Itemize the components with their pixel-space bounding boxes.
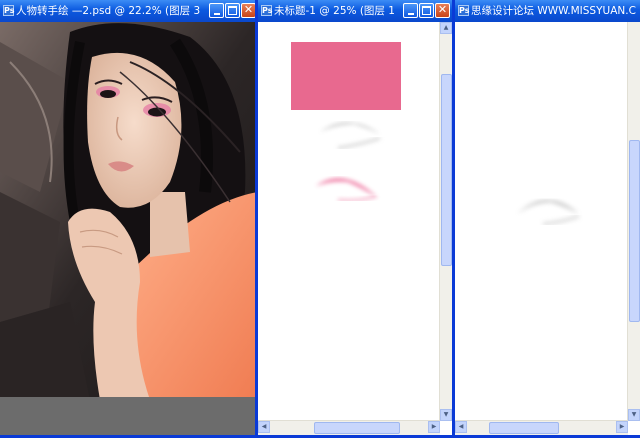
arrow-down-icon[interactable]: ▼: [440, 409, 452, 421]
arrow-right-icon[interactable]: ▶: [428, 421, 440, 433]
close-button[interactable]: ✕: [435, 3, 450, 18]
vertical-scrollbar[interactable]: ▲ ▼: [439, 22, 452, 421]
workspace-gap: [0, 397, 258, 435]
close-icon: ✕: [437, 3, 448, 16]
vertical-scrollbar[interactable]: ▼: [627, 22, 640, 421]
minimize-button[interactable]: [209, 3, 224, 18]
untitled-window-title: 未标题-1 @ 25% (图层 1 副...: [274, 5, 394, 17]
minimize-button[interactable]: [403, 3, 418, 18]
second-window-titlebar[interactable]: Ps 思缘设计论坛 WWW.MISSYUAN.COM: [455, 0, 640, 22]
close-icon: ✕: [243, 3, 254, 16]
vertical-scroll-thumb[interactable]: [629, 140, 640, 322]
minimize-icon: [407, 13, 414, 15]
arrow-left-icon[interactable]: ◀: [258, 421, 270, 433]
arrow-right-icon[interactable]: ▶: [616, 421, 628, 433]
photo-canvas[interactable]: [0, 22, 258, 400]
second-window-title: 思缘设计论坛 WWW.MISSYUAN.COM: [471, 5, 636, 17]
arrow-down-icon[interactable]: ▼: [628, 409, 640, 421]
close-button[interactable]: ✕: [241, 3, 256, 18]
untitled-canvas[interactable]: [258, 22, 440, 421]
arrow-up-icon[interactable]: ▲: [440, 22, 452, 34]
arrow-left-icon[interactable]: ◀: [455, 421, 467, 433]
pink-eyebrow-stroke: [316, 178, 378, 198]
portrait-illustration: [0, 22, 258, 400]
photo-window-titlebar[interactable]: Ps 人物转手绘 —2.psd @ 22.2% (图层 3)... ✕: [0, 0, 258, 22]
photoshop-doc-icon: Ps: [261, 5, 273, 16]
minimize-icon: [213, 13, 220, 15]
photoshop-doc-icon: Ps: [3, 5, 15, 16]
vertical-scroll-thumb[interactable]: [441, 74, 452, 266]
horizontal-scroll-thumb[interactable]: [489, 422, 559, 434]
second-canvas[interactable]: [455, 22, 628, 421]
maximize-button[interactable]: [225, 3, 240, 18]
maximize-icon: [422, 6, 431, 15]
gray-eyebrow-stroke: [320, 122, 380, 134]
photo-window-title: 人物转手绘 —2.psd @ 22.2% (图层 3)...: [16, 5, 200, 17]
second-document-window[interactable]: Ps 思缘设计论坛 WWW.MISSYUAN.COM ▼ ◀ ▶: [452, 0, 640, 438]
maximize-icon: [228, 6, 237, 15]
brow-strokes: [316, 122, 381, 202]
horizontal-scrollbar[interactable]: ◀ ▶: [455, 420, 628, 435]
brow-preview: [517, 200, 580, 226]
untitled-document-window[interactable]: Ps 未标题-1 @ 25% (图层 1 副... ✕ ▲ ▼ ◀ ▶: [255, 0, 455, 438]
horizontal-scroll-thumb[interactable]: [314, 422, 400, 434]
untitled-window-titlebar[interactable]: Ps 未标题-1 @ 25% (图层 1 副... ✕: [258, 0, 452, 22]
gray-eyebrow-preview: [517, 200, 579, 214]
horizontal-scrollbar[interactable]: ◀ ▶: [258, 420, 440, 435]
photoshop-doc-icon: Ps: [458, 5, 470, 16]
maximize-button[interactable]: [419, 3, 434, 18]
photo-document-window[interactable]: Ps 人物转手绘 —2.psd @ 22.2% (图层 3)... ✕: [0, 0, 258, 438]
